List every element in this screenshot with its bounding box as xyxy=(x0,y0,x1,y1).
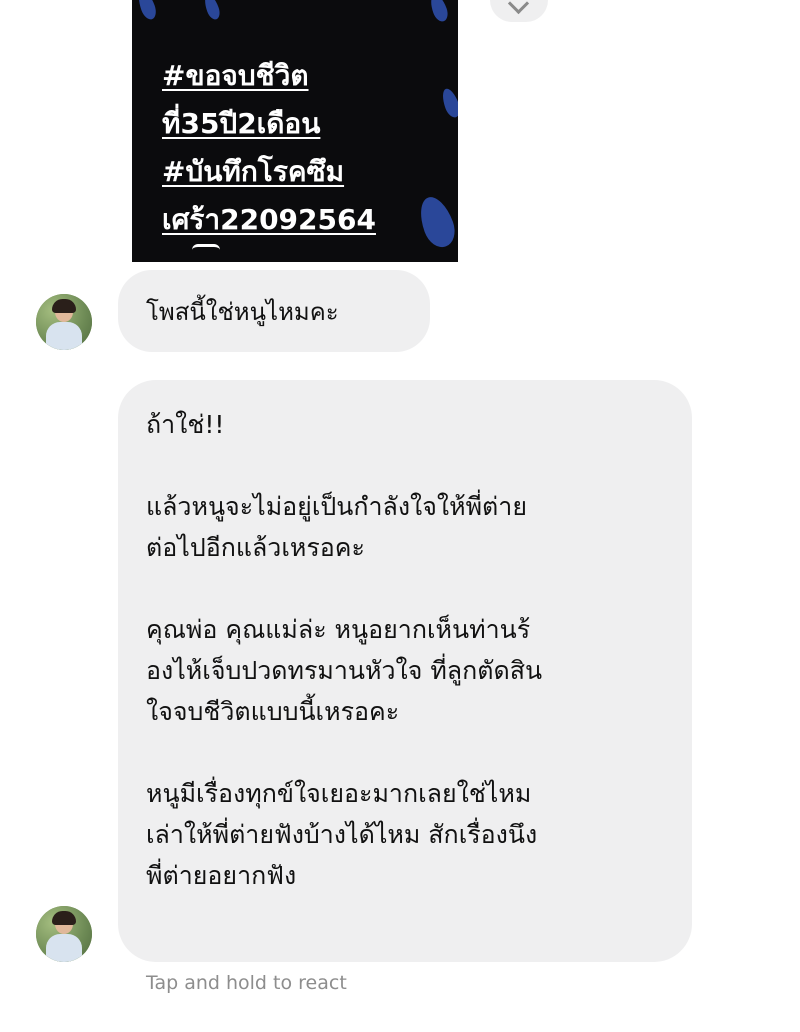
message-bubble[interactable]: ถ้าใช่!! แล้วหนูจะไม่อยู่เป็นกำลังใจให้พ… xyxy=(118,380,692,962)
avatar[interactable] xyxy=(36,906,92,962)
avatar[interactable] xyxy=(36,294,92,350)
hashtag-line: ที่35ปี2เดือน xyxy=(162,107,321,140)
hashtag-block: #ขอจบชีวิต ที่35ปี2เดือน #บันทึกโรคซึม เ… xyxy=(162,52,376,244)
message-line: เล่าให้พี่ต่ายฟังบ้างได้ไหม สักเรื่องนึง xyxy=(146,820,538,849)
message-line: แล้วหนูจะไม่อยู่เป็นกำลังใจให้พี่ต่าย xyxy=(146,492,527,521)
message-line: ใจจบชีวิตแบบนี้เหรอคะ xyxy=(146,697,400,726)
image-attachment[interactable]: #ขอจบชีวิต ที่35ปี2เดือน #บันทึกโรคซึม เ… xyxy=(132,0,458,262)
message-line: ต่อไปอีกแล้วเหรอคะ xyxy=(146,533,365,562)
react-hint: Tap and hold to react xyxy=(146,972,347,994)
message-line: ถ้าใช่!! xyxy=(146,410,225,439)
message-line: พี่ต่ายอยากฟัง xyxy=(146,861,297,890)
message-bubble[interactable]: โพสนี้ใช่หนูไหมคะ xyxy=(118,270,430,352)
reaction-bubble[interactable] xyxy=(490,0,548,22)
message-line: หนูมีเรื่องทุกข์ใจเยอะมากเลยใช่ไหม xyxy=(146,779,532,808)
message-line: คุณพ่อ คุณแม่ล่ะ หนูอยากเห็นท่านร้ xyxy=(146,615,531,644)
hashtag-line: #ขอจบชีวิต xyxy=(162,59,309,92)
message-text: โพสนี้ใช่หนูไหมคะ xyxy=(146,297,339,326)
raindrop-decoration xyxy=(135,0,159,22)
cropped-text-fragment xyxy=(192,244,220,257)
message-line: องไห้เจ็บปวดทรมานหัวใจ ที่ลูกตัดสิน xyxy=(146,656,543,685)
hashtag-line: #บันทึกโรคซึม xyxy=(162,155,345,188)
raindrop-decoration xyxy=(414,192,458,252)
raindrop-decoration xyxy=(427,0,451,24)
hashtag-line: เศร้า22092564 xyxy=(162,203,376,236)
chevron-down-icon xyxy=(507,0,530,15)
raindrop-decoration xyxy=(201,0,223,22)
raindrop-decoration xyxy=(439,86,458,120)
